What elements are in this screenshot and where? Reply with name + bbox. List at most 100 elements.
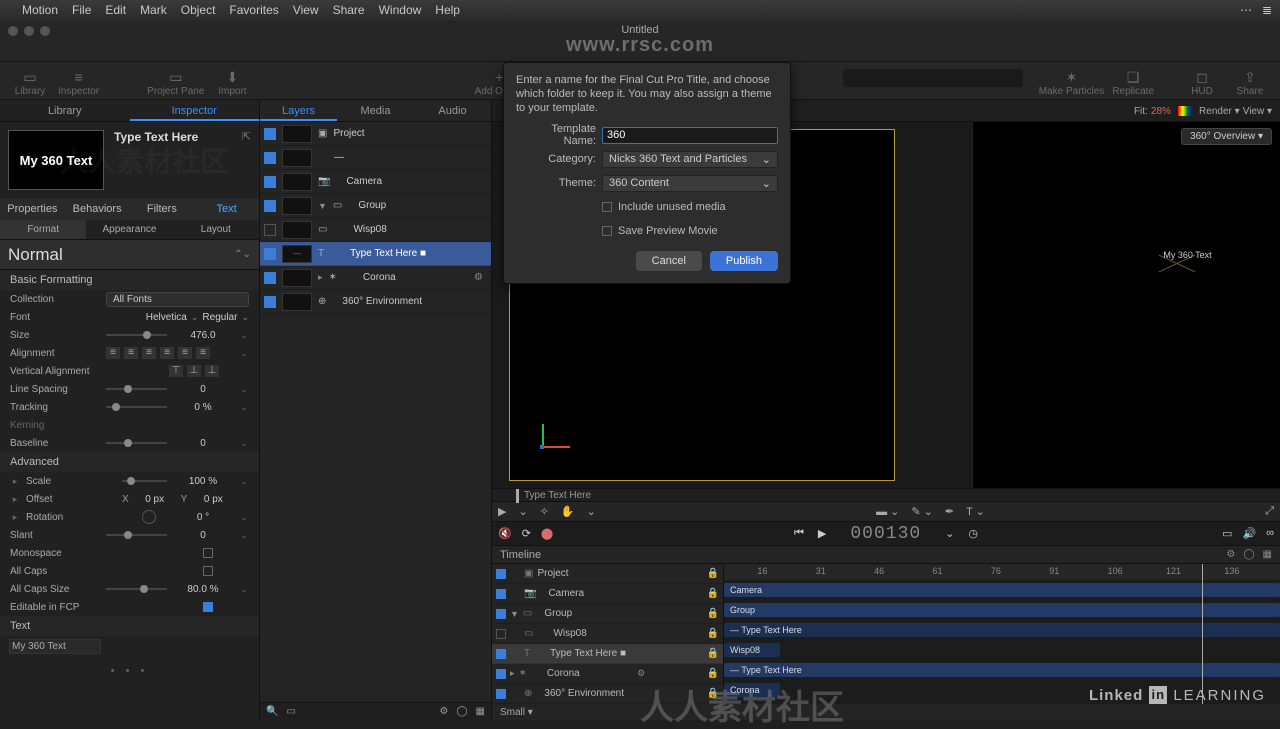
tb-replicate[interactable]: ❏Replicate	[1108, 68, 1158, 97]
lock-icon[interactable]: 🔒	[707, 688, 719, 699]
allcapssize-value[interactable]: 80.0 %	[173, 584, 233, 595]
loop-icon[interactable]: ◯	[456, 706, 467, 717]
menu-share[interactable]: Share	[333, 3, 365, 17]
brush-tool-icon[interactable]: ✎ ⌄	[911, 505, 933, 518]
cancel-button[interactable]: Cancel	[636, 251, 702, 271]
menu-help[interactable]: Help	[435, 3, 460, 17]
valign-buttons[interactable]: ⊤⊥⊥	[169, 365, 219, 377]
tl-bar-5[interactable]: Corona	[724, 683, 780, 697]
view-menu[interactable]: View ▾	[1243, 106, 1272, 117]
timeline-tracks[interactable]: 163146617691106121136 Camera Group — Type …	[724, 564, 1280, 704]
disclosure-icon[interactable]: ▸	[318, 272, 323, 283]
chevron-updown-icon[interactable]: ⌃⌄	[234, 249, 251, 260]
gear-icon[interactable]: ⚙	[439, 706, 448, 717]
more-dots-icon[interactable]: • • •	[0, 665, 259, 677]
tb-share[interactable]: ⇪Share	[1226, 68, 1274, 97]
tracking-slider[interactable]	[106, 406, 167, 408]
font-family-select[interactable]: Helvetica	[146, 312, 187, 323]
template-name-input[interactable]	[602, 127, 778, 144]
collection-select[interactable]: All Fonts	[106, 292, 249, 307]
render-menu[interactable]: Render ▾	[1199, 106, 1240, 117]
text-tab-format[interactable]: Format	[0, 220, 86, 239]
visibility-checkbox[interactable]	[264, 152, 276, 164]
text-content-field[interactable]: My 360 Text	[10, 640, 100, 653]
hand-tool-icon[interactable]: ✋	[561, 505, 575, 518]
toolbar-search[interactable]	[843, 69, 1023, 87]
tl-row-project[interactable]: ▣ Project 🔒	[492, 564, 723, 584]
prev-frame-icon[interactable]: ⏮	[794, 527, 804, 540]
tl-row-wisp08[interactable]: ▭ Wisp08 🔒	[492, 624, 723, 644]
timeline-playhead[interactable]	[1202, 564, 1203, 704]
visibility-checkbox[interactable]	[264, 200, 276, 212]
lock-icon[interactable]: 🔒	[707, 608, 719, 619]
lock-icon[interactable]: 🔒	[707, 628, 719, 639]
layer-row-group[interactable]: ▼ ▭ Group	[260, 194, 491, 218]
lock-icon[interactable]: 🔒	[707, 648, 719, 659]
tl-loop-icon[interactable]: ◯	[1243, 549, 1254, 560]
layer-row-type-text-here[interactable]: — T Type Text Here ■	[260, 242, 491, 266]
offset-y[interactable]: 0 px	[193, 494, 233, 505]
layout-icon[interactable]: ▭	[286, 706, 295, 717]
lock-icon[interactable]: 🔒	[707, 588, 719, 599]
menu-window[interactable]: Window	[379, 3, 422, 17]
text-tab-appearance[interactable]: Appearance	[86, 220, 172, 239]
mute-icon[interactable]: 🔇	[498, 527, 512, 540]
tab-library[interactable]: Library	[0, 100, 130, 121]
size-slider[interactable]	[106, 334, 167, 336]
save-preview-checkbox[interactable]	[602, 226, 612, 236]
allcaps-checkbox[interactable]	[203, 566, 213, 576]
tl-bar-1[interactable]: Group	[724, 603, 1280, 617]
disclosure-icon[interactable]: ▼	[510, 609, 519, 619]
clock-icon[interactable]: ◷	[968, 527, 978, 540]
offset-x[interactable]: 0 px	[135, 494, 175, 505]
publish-button[interactable]: Publish	[710, 251, 778, 271]
rotation-dial[interactable]	[142, 510, 156, 524]
visibility-checkbox[interactable]	[264, 224, 276, 236]
tab-layers[interactable]: Layers	[260, 100, 337, 121]
menu-edit[interactable]: Edit	[105, 3, 126, 17]
overview-panel[interactable]: 360° Overview ▾ My 360 Text	[972, 122, 1280, 488]
record-icon[interactable]: ⬤	[541, 527, 553, 540]
scale-value[interactable]: 100 %	[173, 476, 233, 487]
disclosure-icon[interactable]: ▸	[510, 668, 515, 679]
tl-visibility-checkbox[interactable]	[496, 669, 506, 679]
arrow-tool-icon[interactable]: ▶	[498, 505, 506, 518]
zoom-value[interactable]: 28%	[1151, 106, 1171, 117]
tl-row-type-text-here[interactable]: T Type Text Here ■ 🔒	[492, 644, 723, 664]
timeline-zoom-select[interactable]: Small ▾	[500, 707, 533, 718]
timeline-ruler[interactable]: 163146617691106121136	[724, 564, 1280, 580]
size-value[interactable]: 476.0	[173, 330, 233, 341]
subtab-filters[interactable]: Filters	[130, 198, 195, 220]
monospace-checkbox[interactable]	[203, 548, 213, 558]
tb-project-pane[interactable]: ▭Project Pane	[143, 68, 208, 97]
layer-row-—[interactable]: —	[260, 146, 491, 170]
layer-row-corona[interactable]: ▸ ✶ Corona ⚙	[260, 266, 491, 290]
menu-view[interactable]: View	[293, 3, 319, 17]
color-swatch[interactable]	[1178, 106, 1192, 116]
tl-grid-icon[interactable]: ▦	[1263, 549, 1272, 560]
mini-ruler[interactable]: Type Text Here	[492, 488, 1280, 502]
tl-gear-icon[interactable]: ⚙	[1226, 549, 1235, 560]
tl-visibility-checkbox[interactable]	[496, 609, 506, 619]
search-icon[interactable]: 🔍	[266, 706, 278, 717]
tl-visibility-checkbox[interactable]	[496, 569, 506, 579]
tl-bar-2[interactable]: — Type Text Here	[724, 623, 1280, 637]
tl-visibility-checkbox[interactable]	[496, 649, 506, 659]
tl-bar-3[interactable]: Wisp08	[724, 643, 780, 657]
menu-favorites[interactable]: Favorites	[229, 3, 278, 17]
tl-row-group[interactable]: ▼ ▭ Group 🔒	[492, 604, 723, 624]
baseline-value[interactable]: 0	[173, 438, 233, 449]
infinity-icon[interactable]: ∞	[1266, 527, 1274, 540]
visibility-checkbox[interactable]	[264, 248, 276, 260]
tl-visibility-checkbox[interactable]	[496, 589, 506, 599]
tb-import[interactable]: ⬇Import	[208, 68, 256, 97]
linespacing-slider[interactable]	[106, 388, 167, 390]
tc-chevron-icon[interactable]: ⌄	[945, 527, 954, 540]
tb-hud[interactable]: ◻HUD	[1178, 68, 1226, 97]
subtab-properties[interactable]: Properties	[0, 198, 65, 220]
menubar-right-1[interactable]: ⋯	[1240, 3, 1252, 17]
text-tab-layout[interactable]: Layout	[173, 220, 259, 239]
tl-bar-0[interactable]: Camera	[724, 583, 1280, 597]
lock-icon[interactable]: 🔒	[707, 568, 719, 579]
rotation-value[interactable]: 0 °	[173, 512, 233, 523]
